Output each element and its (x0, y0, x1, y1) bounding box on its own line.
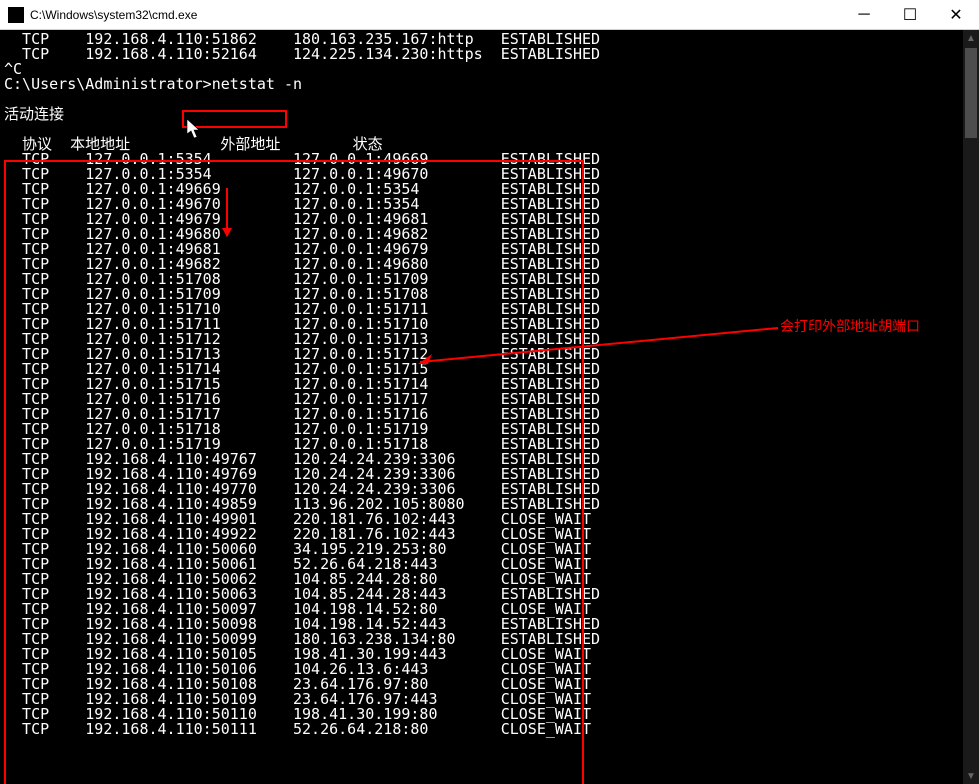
scroll-up-icon[interactable]: ▲ (963, 30, 979, 46)
annotation-label: 会打印外部地址胡端口 (780, 316, 920, 336)
minimize-button[interactable]: ─ (841, 0, 887, 30)
terminal-output[interactable]: TCP 192.168.4.110:51862 180.163.235.167:… (0, 30, 963, 784)
titlebar[interactable]: C:\Windows\system32\cmd.exe ─ ☐ ✕ (0, 0, 979, 30)
window-title: C:\Windows\system32\cmd.exe (30, 8, 841, 22)
close-button[interactable]: ✕ (933, 0, 979, 30)
maximize-button[interactable]: ☐ (887, 0, 933, 30)
cmd-window: C:\Windows\system32\cmd.exe ─ ☐ ✕ TCP 19… (0, 0, 979, 784)
scrollbar[interactable]: ▲ ▼ (963, 30, 979, 784)
cmd-icon (8, 7, 24, 23)
window-controls: ─ ☐ ✕ (841, 0, 979, 30)
scroll-down-icon[interactable]: ▼ (963, 768, 979, 784)
cursor-icon (186, 118, 202, 140)
scroll-thumb[interactable] (965, 48, 977, 138)
terminal-area: TCP 192.168.4.110:51862 180.163.235.167:… (0, 30, 979, 784)
